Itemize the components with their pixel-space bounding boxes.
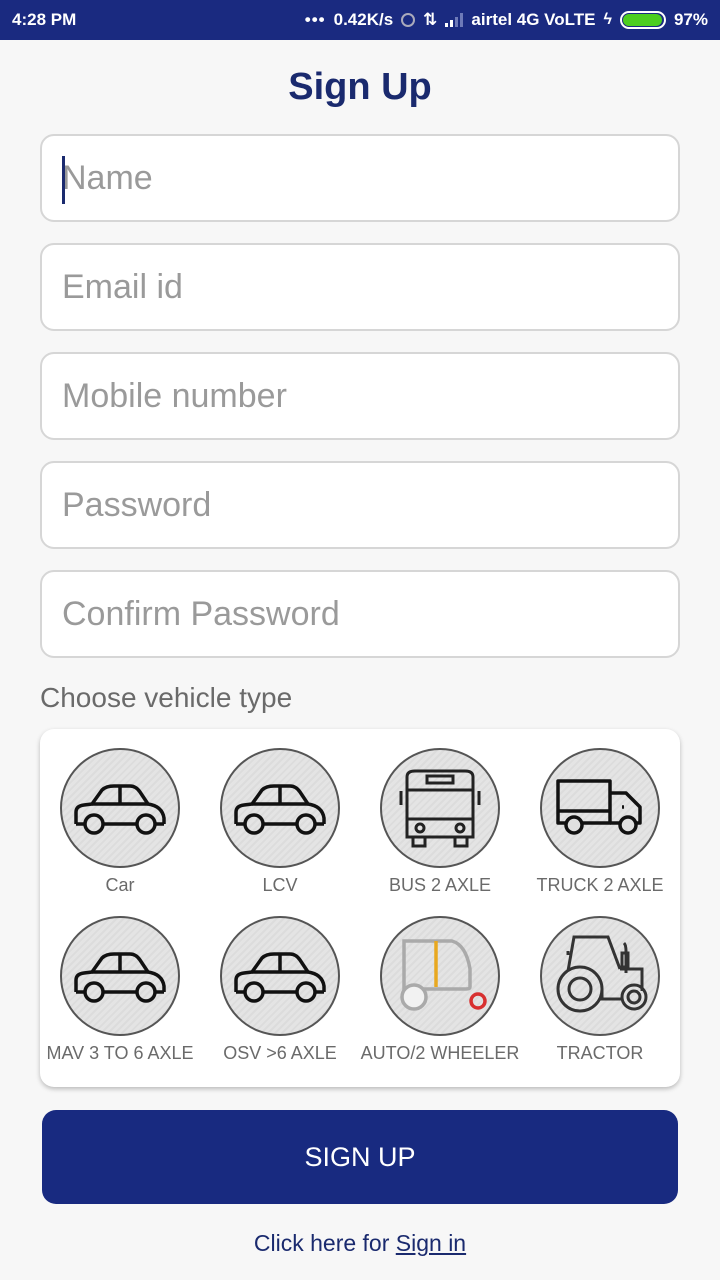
mobile-input[interactable] (62, 376, 678, 416)
sign-in-prompt: Click here for Sign in (0, 1230, 720, 1257)
status-bar: 4:28 PM ••• 0.42K/s ⇅ airtel 4G VoLTE ϟ … (0, 0, 720, 40)
notification-dots-icon: ••• (304, 10, 326, 29)
vehicle-label: AUTO/2 WHEELER (360, 1043, 520, 1063)
sign-in-link[interactable]: Sign in (396, 1230, 466, 1256)
name-input[interactable] (62, 158, 678, 198)
vehicle-label: TRUCK 2 AXLE (536, 875, 664, 895)
truck-icon (556, 779, 642, 835)
text-cursor (62, 156, 65, 204)
car-icon (234, 784, 326, 835)
vehicle-option-mav[interactable]: MAV 3 TO 6 AXLE (40, 916, 200, 1065)
tractor-icon (556, 935, 648, 1013)
network-speed: 0.42K/s (333, 10, 394, 29)
email-field-container[interactable] (40, 243, 680, 331)
vehicle-label: MAV 3 TO 6 AXLE (46, 1043, 194, 1063)
vehicle-option-osv[interactable]: OSV >6 AXLE (200, 916, 360, 1065)
vehicle-label: TRACTOR (556, 1043, 644, 1063)
page-title: Sign Up (288, 66, 432, 108)
vehicle-icon-circle (540, 748, 660, 868)
hotspot-icon (401, 13, 416, 27)
vehicle-option-bus[interactable]: BUS 2 AXLE (360, 748, 520, 897)
mobile-field-container[interactable] (40, 352, 680, 440)
vehicle-icon-circle (60, 916, 180, 1036)
name-field-container[interactable] (40, 134, 680, 222)
vehicle-option-auto[interactable]: AUTO/2 WHEELER (360, 916, 520, 1065)
battery-fill (622, 14, 662, 26)
status-indicators: ••• 0.42K/s ⇅ airtel 4G VoLTE ϟ 97% (305, 10, 708, 30)
vehicle-label: LCV (262, 875, 298, 895)
car-icon (74, 784, 166, 835)
vehicle-icon-circle (380, 916, 500, 1036)
car-icon (234, 952, 326, 1003)
password-input[interactable] (62, 485, 678, 525)
vehicle-icon-circle (60, 748, 180, 868)
auto-rickshaw-icon (400, 939, 487, 1011)
vehicle-label: BUS 2 AXLE (388, 875, 492, 895)
signal-icon (445, 13, 464, 27)
status-time: 4:28 PM (12, 10, 77, 29)
vehicle-icon-circle (540, 916, 660, 1036)
confirm-password-input[interactable] (62, 594, 678, 634)
vehicle-icon-circle (380, 748, 500, 868)
sign-up-button[interactable]: SIGN UP (42, 1110, 678, 1204)
confirm-password-field-container[interactable] (40, 570, 680, 658)
choose-vehicle-label: Choose vehicle type (40, 682, 293, 713)
password-field-container[interactable] (40, 461, 680, 549)
vehicle-label: OSV >6 AXLE (223, 1043, 337, 1063)
vehicle-icon-circle (220, 748, 340, 868)
battery-percent: 97% (673, 10, 708, 29)
bus-icon (399, 769, 481, 848)
email-input[interactable] (62, 267, 678, 307)
data-arrows-icon: ⇅ (423, 10, 438, 29)
charging-icon: ϟ (603, 11, 612, 28)
vehicle-option-tractor[interactable]: TRACTOR (520, 916, 680, 1065)
sign-in-prefix: Click here for (253, 1230, 396, 1256)
vehicle-option-lcv[interactable]: LCV (200, 748, 360, 897)
vehicle-option-car[interactable]: Car (40, 748, 200, 897)
vehicle-icon-circle (220, 916, 340, 1036)
car-icon (74, 952, 166, 1003)
vehicle-option-truck[interactable]: TRUCK 2 AXLE (520, 748, 680, 897)
vehicle-type-panel: Car LCV BUS 2 AXLE TRUCK 2 AXLE MAV 3 TO… (40, 729, 680, 1087)
vehicle-label: Car (105, 875, 135, 895)
battery-icon (619, 11, 666, 29)
carrier-label: airtel 4G VoLTE (471, 10, 596, 29)
